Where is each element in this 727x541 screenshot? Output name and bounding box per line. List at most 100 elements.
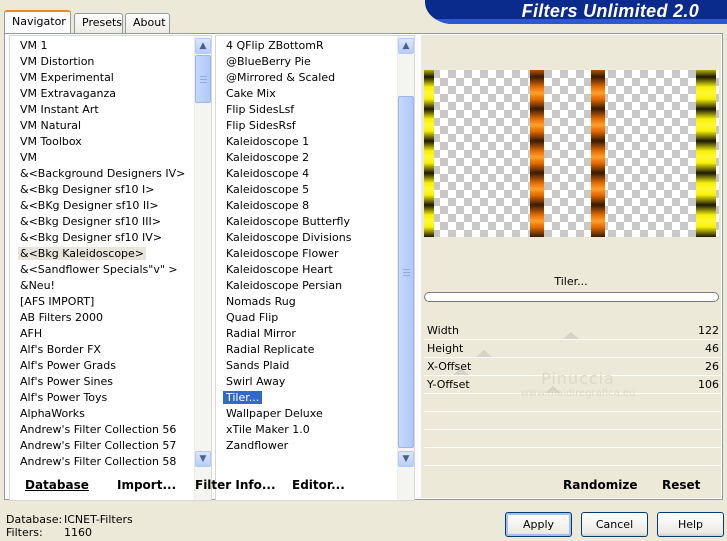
- category-item[interactable]: [AFS IMPORT]: [10, 294, 211, 310]
- category-item[interactable]: Andrew's Filter Collection 56: [10, 422, 211, 438]
- category-item[interactable]: Alf's Power Grads: [10, 358, 211, 374]
- filter-item-label: Nomads Rug: [226, 295, 296, 308]
- filter-item[interactable]: Kaleidoscope Flower: [216, 246, 414, 262]
- filter-item[interactable]: Kaleidoscope 8: [216, 198, 414, 214]
- filter-item[interactable]: @Mirrored & Scaled: [216, 70, 414, 86]
- tab-presets[interactable]: Presets: [74, 13, 123, 33]
- filter-item[interactable]: Tiler...: [216, 390, 414, 406]
- filter-item[interactable]: Radial Mirror: [216, 326, 414, 342]
- category-item[interactable]: VM Toolbox: [10, 134, 211, 150]
- status-filters-label: Filters:: [6, 526, 43, 539]
- category-item[interactable]: VM Natural: [10, 118, 211, 134]
- category-item[interactable]: AB Filters 2000: [10, 310, 211, 326]
- category-item[interactable]: &Neu!: [10, 278, 211, 294]
- category-item[interactable]: VM: [10, 150, 211, 166]
- category-item[interactable]: &<Background Designers IV>: [10, 166, 211, 182]
- preview-stripe: [696, 70, 716, 237]
- status-database-value: ICNET-Filters: [64, 513, 133, 526]
- tab-navigator[interactable]: Navigator: [4, 10, 71, 33]
- filter-scrollbar[interactable]: ▲ ▼: [397, 36, 414, 500]
- filter-item[interactable]: @BlueBerry Pie: [216, 54, 414, 70]
- filter-item[interactable]: Cake Mix: [216, 86, 414, 102]
- filter-item[interactable]: Kaleidoscope Divisions: [216, 230, 414, 246]
- category-item[interactable]: VM Extravaganza: [10, 86, 211, 102]
- category-item-label: VM Experimental: [20, 71, 114, 84]
- category-item[interactable]: &<Bkg Designer sf10 IV>: [10, 230, 211, 246]
- filter-item[interactable]: Kaleidoscope 1: [216, 134, 414, 150]
- category-scrollbar[interactable]: ▲ ▼: [194, 36, 211, 500]
- category-item[interactable]: Andrew's Filter Collection 57: [10, 438, 211, 454]
- scroll-down-icon[interactable]: ▼: [195, 451, 211, 467]
- slider-thumb-icon[interactable]: [476, 350, 493, 357]
- category-item-label: AlphaWorks: [20, 407, 85, 420]
- filter-item-label: Kaleidoscope Butterfly: [226, 215, 350, 228]
- filter-item[interactable]: Radial Replicate: [216, 342, 414, 358]
- cancel-button[interactable]: Cancel: [581, 512, 648, 537]
- filter-item-label: Kaleidoscope Divisions: [226, 231, 352, 244]
- category-item[interactable]: &<Sandflower Specials"v" >: [10, 262, 211, 278]
- scroll-down-icon[interactable]: ▼: [398, 451, 414, 467]
- filter-item[interactable]: Flip SidesLsf: [216, 102, 414, 118]
- tab-about[interactable]: About: [125, 13, 170, 33]
- scroll-thumb[interactable]: [398, 96, 414, 448]
- category-item[interactable]: &<BKg Designer sf10 II>: [10, 198, 211, 214]
- status-filters: Filters: 1160: [6, 526, 92, 539]
- apply-button[interactable]: Apply: [505, 512, 572, 537]
- filter-item-label: Quad Flip: [226, 311, 279, 324]
- param-value: 26: [705, 360, 719, 373]
- category-item[interactable]: VM Instant Art: [10, 102, 211, 118]
- filter-item[interactable]: Kaleidoscope Persian: [216, 278, 414, 294]
- param-slider-height[interactable]: Height 46: [424, 340, 721, 358]
- reset-button[interactable]: Reset: [662, 478, 700, 492]
- filter-info-button[interactable]: Filter Info...: [195, 478, 276, 492]
- filter-item[interactable]: Kaleidoscope Butterfly: [216, 214, 414, 230]
- filter-item[interactable]: xTile Maker 1.0: [216, 422, 414, 438]
- preview-image: [424, 70, 719, 237]
- filter-item[interactable]: Kaleidoscope 4: [216, 166, 414, 182]
- editor-button[interactable]: Editor...: [292, 478, 345, 492]
- filter-item[interactable]: Quad Flip: [216, 310, 414, 326]
- category-list[interactable]: VM 1 VM Distortion VM Experimental VM Extra…: [9, 35, 212, 501]
- category-item[interactable]: Alf's Power Toys: [10, 390, 211, 406]
- preview-stripe: [424, 70, 434, 237]
- database-button[interactable]: Database: [25, 478, 89, 492]
- filter-item[interactable]: Kaleidoscope 5: [216, 182, 414, 198]
- filter-item[interactable]: Sands Plaid: [216, 358, 414, 374]
- param-slider-width[interactable]: Width 122: [424, 322, 721, 340]
- filter-item[interactable]: Swirl Away: [216, 374, 414, 390]
- filter-item-label: Zandflower: [226, 439, 289, 452]
- filter-item[interactable]: Kaleidoscope 2: [216, 150, 414, 166]
- category-item[interactable]: Alf's Power Sines: [10, 374, 211, 390]
- category-item[interactable]: AFH: [10, 326, 211, 342]
- category-item[interactable]: VM Experimental: [10, 70, 211, 86]
- param-value: 46: [705, 342, 719, 355]
- scroll-up-icon[interactable]: ▲: [398, 38, 414, 54]
- category-item[interactable]: Andrew's Filter Collection 58: [10, 454, 211, 470]
- filter-item[interactable]: Zandflower: [216, 438, 414, 454]
- category-item-label: Andrew's Filter Collection 57: [20, 439, 177, 452]
- category-item[interactable]: AlphaWorks: [10, 406, 211, 422]
- category-item[interactable]: VM Distortion: [10, 54, 211, 70]
- scroll-thumb[interactable]: [195, 55, 211, 103]
- category-item[interactable]: Alf's Border FX: [10, 342, 211, 358]
- scroll-up-icon[interactable]: ▲: [195, 38, 211, 54]
- help-button[interactable]: Help: [657, 512, 724, 537]
- randomize-button[interactable]: Randomize: [563, 478, 637, 492]
- category-item[interactable]: VM 1: [10, 38, 211, 54]
- filter-item-label: Kaleidoscope 8: [226, 199, 310, 212]
- category-item[interactable]: &<Bkg Kaleidoscope>: [10, 246, 211, 262]
- import-button[interactable]: Import...: [117, 478, 176, 492]
- category-item[interactable]: &<Bkg Designer sf10 I>: [10, 182, 211, 198]
- filter-settings: Tiler... Width 122 Height 46 X-Offset 26 Y-Off…: [421, 35, 721, 498]
- filter-item[interactable]: Kaleidoscope Heart: [216, 262, 414, 278]
- filter-item[interactable]: Flip SidesRsf: [216, 118, 414, 134]
- category-item-label: Alf's Power Grads: [20, 359, 116, 372]
- filter-item-label: Sands Plaid: [226, 359, 290, 372]
- status-database: Database: ICNET-Filters: [6, 513, 133, 526]
- filter-item[interactable]: Wallpaper Deluxe: [216, 406, 414, 422]
- category-item[interactable]: &<Bkg Designer sf10 III>: [10, 214, 211, 230]
- filter-item[interactable]: Nomads Rug: [216, 294, 414, 310]
- filter-list[interactable]: 4 QFlip ZBottomR @BlueBerry Pie @Mirrored …: [215, 35, 415, 501]
- filter-item[interactable]: 4 QFlip ZBottomR: [216, 38, 414, 54]
- slider-thumb-icon[interactable]: [562, 332, 579, 339]
